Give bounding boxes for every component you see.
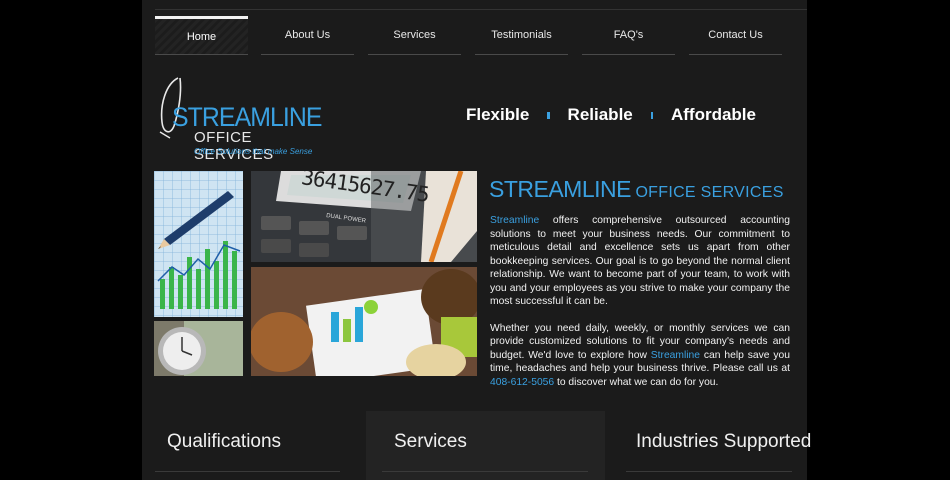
streamline-link[interactable]: Streamline (490, 215, 539, 226)
intro-text: to discover what we can do for you. (554, 376, 719, 388)
intro-text: offers comprehensive outsourced accounti… (490, 215, 790, 307)
intro-heading: STREAMLINE OFFICE SERVICES (489, 176, 784, 203)
services-heading[interactable]: Services (394, 431, 467, 453)
logo-tagline: Office Solutions that make Sense (194, 147, 313, 156)
nav-item-home[interactable]: Home (155, 16, 248, 55)
section-divider (626, 471, 792, 472)
logo-sub-text: OFFICE SERVICES (194, 129, 274, 163)
qualifications-section: Qualifications (155, 411, 355, 480)
chart-pencil-photo (154, 171, 243, 317)
page-container: Home About Us Services Testimonials FAQ'… (142, 0, 811, 480)
site-logo[interactable]: STREAMLINE OFFICE SERVICES Office Soluti… (156, 74, 322, 163)
streamline-link[interactable]: Streamline (651, 350, 700, 361)
nav-item-services[interactable]: Services (368, 16, 461, 55)
watch-money-photo (154, 321, 243, 376)
value-tagline: Flexible Reliable Affordable (466, 104, 756, 126)
tagline-flexible: Flexible (466, 105, 530, 124)
intro-heading-small: OFFICE SERVICES (635, 184, 784, 201)
tagline-reliable: Reliable (567, 105, 633, 124)
industries-section: Industries Supported (622, 411, 811, 480)
top-divider (155, 9, 807, 10)
services-section: Services (366, 411, 605, 480)
nav-item-contact-us[interactable]: Contact Us (689, 16, 782, 55)
intro-body: Streamline offers comprehensive outsourc… (490, 214, 790, 402)
section-divider (382, 471, 588, 472)
calculator-photo: DUAL POWER 36415627.75 (251, 171, 477, 262)
square-bullet-icon (547, 111, 550, 119)
intro-paragraph-1: Streamline offers comprehensive outsourc… (490, 214, 790, 309)
section-divider (155, 471, 340, 472)
phone-link[interactable]: 408-612-5056 (490, 377, 554, 388)
nav-item-faqs[interactable]: FAQ's (582, 16, 675, 55)
intro-paragraph-2: Whether you need daily, weekly, or month… (490, 322, 790, 390)
square-bullet-icon (650, 111, 653, 119)
intro-heading-big: STREAMLINE (489, 176, 631, 202)
team-meeting-photo (251, 267, 477, 376)
tagline-affordable: Affordable (670, 105, 756, 124)
industries-heading[interactable]: Industries Supported (636, 431, 811, 453)
qualifications-heading[interactable]: Qualifications (167, 431, 281, 453)
nav-item-about-us[interactable]: About Us (261, 16, 354, 55)
nav-item-testimonials[interactable]: Testimonials (475, 16, 568, 55)
main-nav: Home About Us Services Testimonials FAQ'… (155, 16, 795, 56)
